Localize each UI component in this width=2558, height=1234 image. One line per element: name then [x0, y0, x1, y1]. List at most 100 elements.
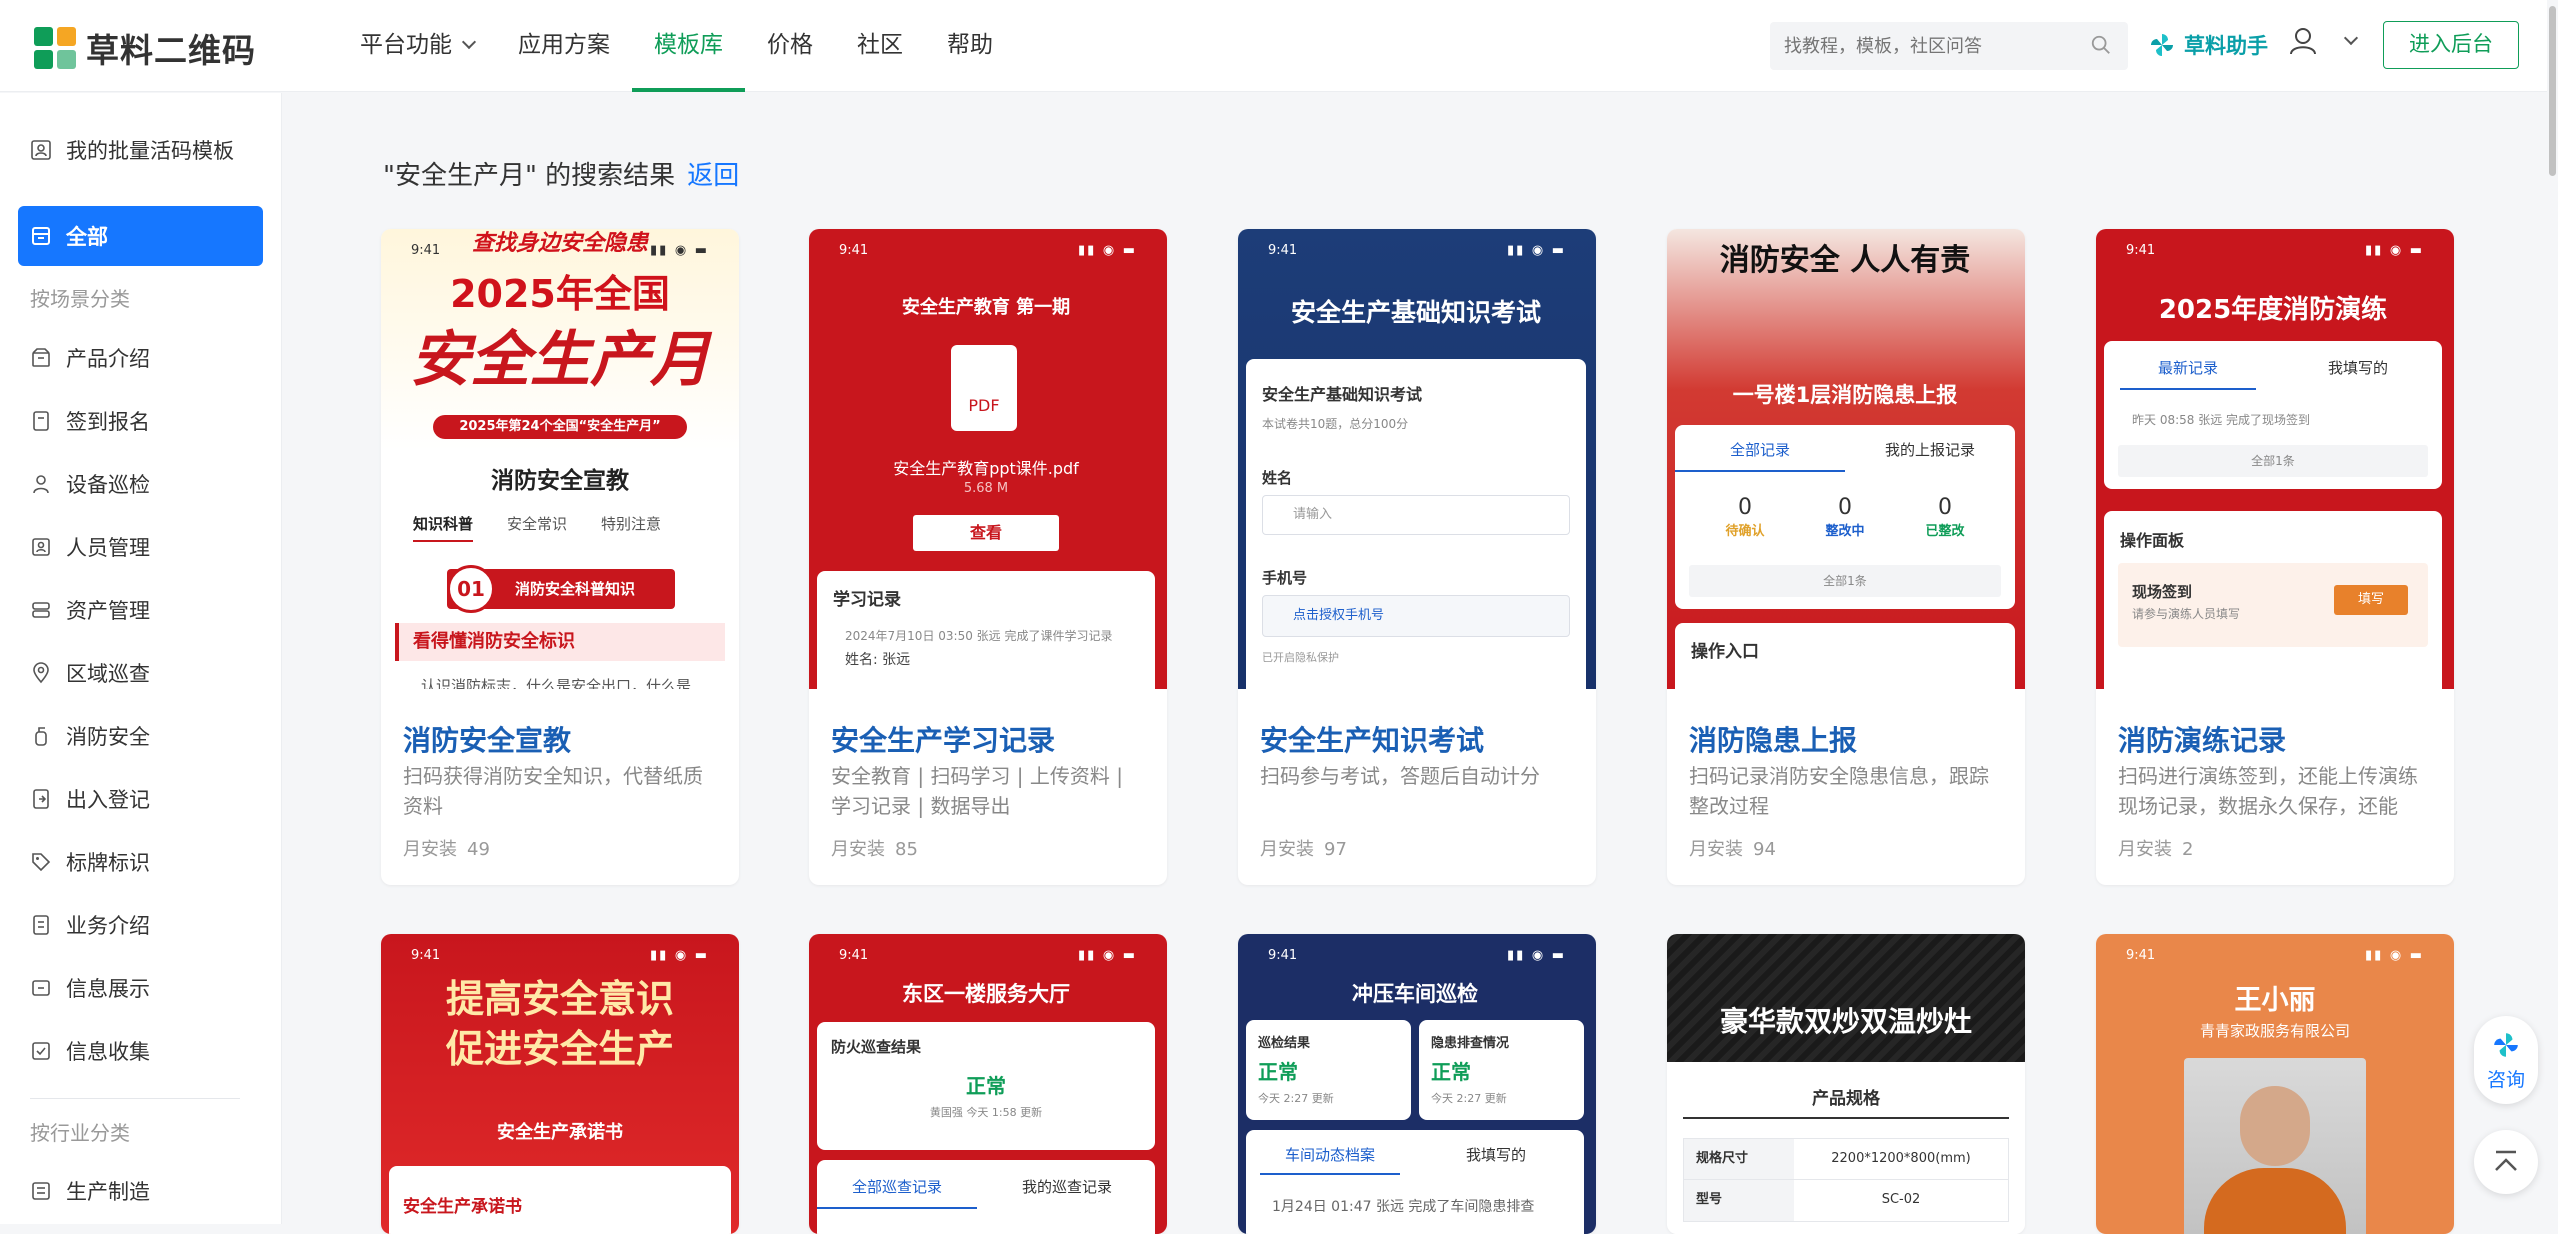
sidebar-item-product[interactable]: 产品介绍: [18, 328, 263, 388]
nav-templates[interactable]: 模板库: [632, 0, 745, 92]
sidebar-item-my-batch-templates[interactable]: 我的批量活码模板: [18, 120, 263, 180]
checklist-icon: [32, 1042, 50, 1060]
card-install-stat: 月安装 94: [1689, 835, 1776, 861]
card-install-stat: 月安装 2: [2118, 835, 2193, 861]
preview-year: 2025年全国: [450, 272, 670, 316]
template-card[interactable]: 9:41 ▮▮ ◉ ▬ 安全生产基础知识考试 安全生产基础知识考试 本试卷共10题…: [1238, 229, 1596, 885]
enter-dashboard-button[interactable]: 进入后台: [2383, 21, 2519, 69]
sidebar-item-info-collect[interactable]: 信息收集: [18, 1021, 263, 1081]
template-card[interactable]: 9:41 ▮▮ ◉ ▬ 东区一楼服务大厅 防火巡查结果 正常 黄国强 今天 1:5…: [809, 934, 1167, 1234]
brand-logo[interactable]: 草料二维码: [34, 24, 256, 72]
sidebar-item-label: 区域巡查: [66, 662, 150, 686]
search-input[interactable]: [1770, 22, 2070, 70]
stat-label: 月安装: [1689, 839, 1743, 860]
preview-ribbon: 2025年第24个全国“安全生产月”: [433, 415, 687, 439]
template-preview: 豪华款双炒双温炒灶 产品规格 规格尺寸 2200*1200*800(mm) 型号 S…: [1667, 934, 2025, 1234]
sidebar-item-signage[interactable]: 标牌标识: [18, 832, 263, 892]
arrow-up-icon: [2495, 1150, 2517, 1171]
preview-heading: 豪华款双炒双温炒灶: [1719, 1005, 1972, 1038]
result-status: 正常: [1258, 1060, 1298, 1084]
card-install-stat: 月安装 97: [1260, 835, 1347, 861]
profile-name: 王小丽: [2234, 985, 2316, 1016]
preview-tab: 全部记录: [1675, 439, 1845, 472]
sidebar-item-info-display[interactable]: 信息展示: [18, 958, 263, 1018]
form-title: 安全生产基础知识考试: [1262, 385, 1423, 404]
scrollbar-thumb[interactable]: [2549, 6, 2556, 176]
preview-heading: 冲压车间巡检: [1352, 982, 1478, 1006]
sidebar-item-label: 出入登记: [66, 788, 150, 812]
template-preview: 9:41 ▮▮ ◉ ▬ 冲压车间巡检 巡检结果 正常 今天 2:27 更新 隐患排…: [1238, 934, 1596, 1234]
consult-button[interactable]: 咨询: [2474, 1016, 2538, 1104]
sidebar-item-label: 信息展示: [66, 977, 150, 1001]
sidebar-item-device-inspection[interactable]: 设备巡检: [18, 454, 263, 514]
sidebar-item-personnel[interactable]: 人员管理: [18, 517, 263, 577]
item-sub: 请参与演练人员填写: [2132, 607, 2241, 621]
preview-heading: 一号楼1层消防隐患上报: [1732, 383, 1958, 407]
template-card[interactable]: 豪华款双炒双温炒灶 产品规格 规格尺寸 2200*1200*800(mm) 型号 S…: [1667, 934, 2025, 1234]
template-card[interactable]: 9:41 ▮▮ ◉ ▬ 冲压车间巡检 巡检结果 正常 今天 2:27 更新 隐患排…: [1238, 934, 1596, 1234]
nav-platform-features[interactable]: 平台功能: [338, 0, 496, 92]
preview-number-badge: 01: [447, 565, 495, 613]
nav-label: 模板库: [654, 32, 723, 58]
sidebar-item-entry-exit[interactable]: 出入登记: [18, 769, 263, 829]
calendar-icon: [32, 227, 50, 245]
sidebar-item-area-patrol[interactable]: 区域巡查: [18, 643, 263, 703]
user-menu[interactable]: [2288, 26, 2359, 56]
assistant-link[interactable]: 草料助手: [2148, 30, 2268, 60]
card-title: 消防安全宣教: [403, 724, 572, 757]
template-preview: 9:41 ▮▮ ◉ ▬ 东区一楼服务大厅 防火巡查结果 正常 黄国强 今天 1:5…: [809, 934, 1167, 1234]
id-card-icon: [32, 538, 50, 556]
location-icon: [33, 662, 49, 684]
back-link[interactable]: 返回: [687, 161, 739, 191]
nav-label: 平台功能: [360, 32, 452, 58]
template-card[interactable]: 消防安全 人人有责 一号楼1层消防隐患上报 全部记录 我的上报记录 0 待确认 0…: [1667, 229, 2025, 885]
stat-caption: 已整改: [1925, 524, 1965, 539]
phone-status-bar: 9:41 ▮▮ ◉ ▬: [839, 948, 1137, 963]
entry-card: 操作入口: [1675, 623, 2015, 689]
nav-pricing[interactable]: 价格: [745, 0, 835, 92]
nav-solutions[interactable]: 应用方案: [496, 0, 632, 92]
nav-help[interactable]: 帮助: [925, 0, 1015, 92]
back-to-top-button[interactable]: [2474, 1130, 2538, 1194]
sidebar-item-signup[interactable]: 签到报名: [18, 391, 263, 451]
preview-banner: 消防安全 人人有责: [1719, 243, 1971, 278]
sidebar-item-all[interactable]: 全部: [18, 206, 263, 266]
template-card[interactable]: 9:41 ▮▮ ◉ ▬ 2025年度消防演练 最新记录 我填写的 昨天 08:58…: [2096, 229, 2454, 885]
spec-heading: 产品规格: [1683, 1084, 2009, 1119]
template-card[interactable]: 9:41 ▮▮ ◉ ▬ 提高安全意识 促进安全生产 安全生产承诺书 安全生产承诺书: [381, 934, 739, 1234]
form-icon: [33, 411, 49, 431]
nav-community[interactable]: 社区: [835, 0, 925, 92]
stat-caption: 待确认: [1725, 524, 1765, 539]
card-description: 扫码参与考试，答题后自动计分: [1260, 764, 1540, 788]
brand-name: 草料二维码: [86, 31, 256, 70]
template-card[interactable]: 9:41 ▮▮ ◉ ▬ 查找身边安全隐患 2025年全国 安全生产月 2025年第…: [381, 229, 739, 885]
workshop-tabs-card: 车间动态档案 我填写的 1月24日 01:47 张远 完成了车间隐患排查: [1246, 1130, 1584, 1234]
template-card[interactable]: 9:41 ▮▮ ◉ ▬ 王小丽 青青家政服务有限公司: [2096, 934, 2454, 1234]
sidebar-item-label: 信息收集: [66, 1040, 150, 1064]
search-icon[interactable]: [2090, 34, 2112, 56]
door-icon: [33, 789, 49, 809]
phone-status-bar: 9:41 ▮▮ ◉ ▬: [1268, 948, 1566, 963]
log-name: 姓名: 张远: [845, 649, 910, 669]
spec-row: 型号 SC-02: [1683, 1180, 2009, 1222]
preview-tabs: 知识科普 安全常识 特别注意: [413, 513, 661, 542]
log-title: 学习记录: [833, 590, 901, 610]
stat-label: 月安装: [831, 839, 885, 860]
sidebar-item-assets[interactable]: 资产管理: [18, 580, 263, 640]
preview-tab: 最新记录: [2120, 357, 2256, 390]
privacy-note: 已开启隐私保护: [1262, 651, 1339, 664]
preview-tab: 我填写的: [1465, 1146, 1526, 1164]
sidebar-item-fire-safety[interactable]: 消防安全: [18, 706, 263, 766]
exam-form-card: 安全生产基础知识考试 本试卷共10题，总分100分 姓名 请输入 手机号 点击授…: [1246, 359, 1586, 689]
slogan-line: 提高安全意识: [445, 976, 674, 1021]
sidebar-item-business[interactable]: 业务介绍: [18, 895, 263, 955]
preview-tab: 我的上报记录: [1884, 441, 1975, 459]
card-title: 消防演练记录: [2118, 724, 2287, 757]
template-preview: 9:41 ▮▮ ◉ ▬ 安全生产教育 第一期 PDF 安全生产教育ppt课件.pd…: [809, 229, 1167, 689]
template-card[interactable]: 9:41 ▮▮ ◉ ▬ 安全生产教育 第一期 PDF 安全生产教育ppt课件.pd…: [809, 229, 1167, 885]
inspector-icon: [33, 475, 49, 494]
template-preview: 9:41 ▮▮ ◉ ▬ 王小丽 青青家政服务有限公司: [2096, 934, 2454, 1234]
page-scrollbar[interactable]: [2547, 0, 2558, 1224]
stat-number: 0: [1938, 495, 1952, 520]
sidebar-item-manufacturing[interactable]: 生产制造: [18, 1161, 263, 1221]
